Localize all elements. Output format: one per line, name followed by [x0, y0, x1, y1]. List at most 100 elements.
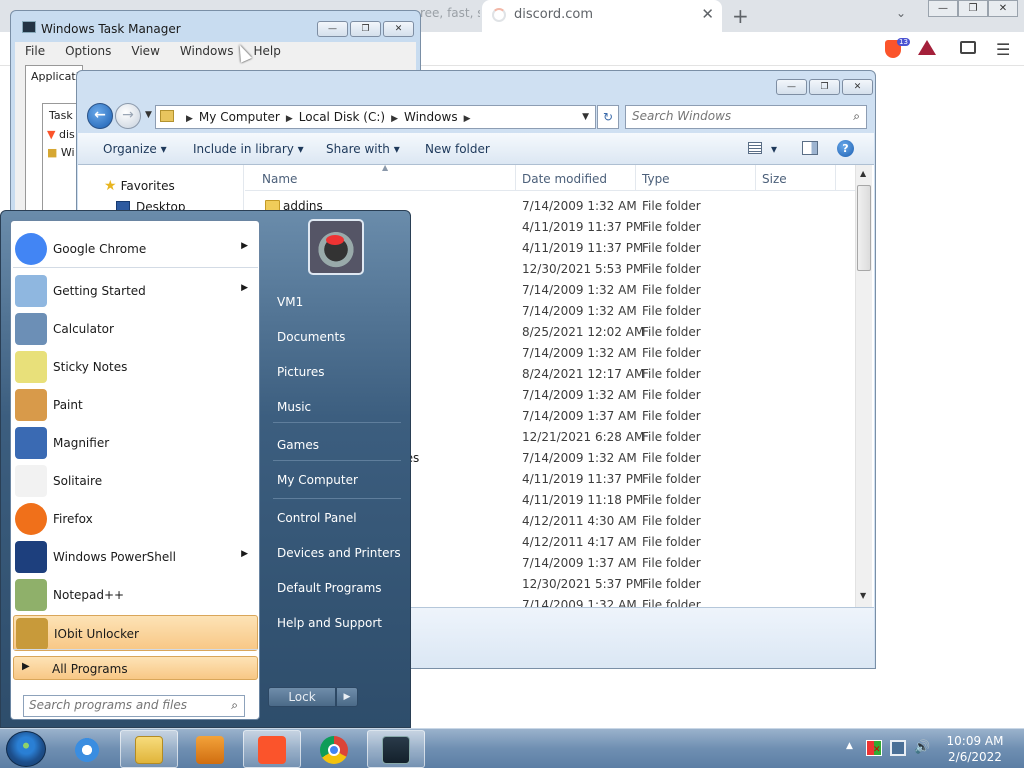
- address-bar[interactable]: ▶ My Computer ▶ Local Disk (C:) ▶ Windows ▶ ▼: [155, 105, 596, 129]
- scroll-down-icon[interactable]: ▼: [860, 591, 866, 600]
- browser-tab-discord[interactable]: discord.com ✕: [482, 0, 722, 32]
- task-row[interactable]: ■ Wi: [47, 146, 79, 159]
- taskbar-brave[interactable]: [243, 730, 301, 768]
- breadcrumb-local-disk[interactable]: Local Disk (C:): [299, 110, 385, 124]
- network-icon[interactable]: [890, 740, 906, 756]
- address-dropdown-icon[interactable]: ▼: [582, 112, 589, 122]
- start-item-windows-powershell[interactable]: Windows PowerShell ▶: [13, 539, 258, 575]
- views-dropdown[interactable]: ▾: [771, 142, 777, 156]
- search-icon[interactable]: ⌕: [853, 109, 860, 124]
- start-item-iobit-unlocker[interactable]: IObit Unlocker: [13, 615, 258, 651]
- start-item-calculator[interactable]: Calculator: [13, 311, 258, 347]
- start-item-label: IObit Unlocker: [54, 627, 139, 641]
- start-item-sticky-notes[interactable]: Sticky Notes: [13, 349, 258, 385]
- search-box[interactable]: ⌕: [625, 105, 867, 129]
- back-button[interactable]: ←: [87, 103, 113, 129]
- minimize-button[interactable]: —: [317, 21, 348, 37]
- search-icon[interactable]: ⌕: [231, 698, 238, 713]
- vertical-scrollbar[interactable]: ▲ ▼: [855, 165, 872, 607]
- user-avatar[interactable]: [308, 219, 364, 275]
- help-icon[interactable]: ?: [837, 140, 854, 157]
- close-button[interactable]: ✕: [988, 0, 1018, 17]
- include-in-library-button[interactable]: Include in library ▾: [193, 142, 304, 156]
- forward-button[interactable]: →: [115, 103, 141, 129]
- taskbar-media-player[interactable]: [181, 730, 239, 768]
- start-item-magnifier[interactable]: Magnifier: [13, 425, 258, 461]
- taskbar-chrome[interactable]: [305, 730, 363, 768]
- start-right-my-computer[interactable]: My Computer: [266, 465, 406, 495]
- preview-pane-icon[interactable]: [802, 141, 818, 155]
- action-center-icon[interactable]: [866, 740, 882, 756]
- brave-rewards-icon[interactable]: [918, 40, 936, 55]
- nav-favorites[interactable]: Favorites: [104, 178, 175, 194]
- start-right-music[interactable]: Music: [266, 392, 406, 422]
- start-item-firefox[interactable]: Firefox: [13, 501, 258, 537]
- start-button[interactable]: [6, 731, 46, 767]
- organize-button[interactable]: Organize ▾: [103, 142, 167, 156]
- start-user-name[interactable]: VM1: [266, 287, 406, 317]
- breadcrumb-windows[interactable]: Windows: [404, 110, 458, 124]
- start-right-games[interactable]: Games: [266, 430, 406, 460]
- start-item-paint[interactable]: Paint: [13, 387, 258, 423]
- minimize-button[interactable]: —: [776, 79, 807, 95]
- maximize-button[interactable]: ❐: [809, 79, 840, 95]
- start-item-notepad[interactable]: Notepad++: [13, 577, 258, 613]
- maximize-button[interactable]: ❐: [958, 0, 988, 17]
- start-search-box[interactable]: ⌕: [23, 695, 245, 717]
- browser-tab-background[interactable]: ree, fast, s: [420, 6, 480, 26]
- new-folder-button[interactable]: New folder: [425, 142, 490, 156]
- change-view-icon[interactable]: [748, 142, 762, 154]
- start-item-getting-started[interactable]: Getting Started ▶: [13, 273, 258, 309]
- start-item-google-chrome[interactable]: Google Chrome ▶: [13, 231, 258, 267]
- close-button[interactable]: ✕: [383, 21, 414, 37]
- tab-close-icon[interactable]: ✕: [701, 5, 714, 23]
- taskbar-task-manager[interactable]: [367, 730, 425, 768]
- browser-menu-icon[interactable]: ☰: [996, 40, 1010, 59]
- shutdown-options-arrow-icon[interactable]: ▶: [336, 687, 358, 707]
- start-right-devices-and-printers[interactable]: Devices and Printers: [266, 538, 406, 568]
- submenu-arrow-icon[interactable]: ▶: [241, 241, 248, 251]
- system-clock[interactable]: 10:09 AM 2/6/2022: [940, 733, 1010, 765]
- menu-windows[interactable]: Windows: [170, 42, 244, 61]
- tab-applications[interactable]: Applications: [25, 65, 83, 87]
- column-name[interactable]: Name: [262, 172, 297, 186]
- submenu-arrow-icon[interactable]: ▶: [241, 549, 248, 559]
- task-manager-titlebar[interactable]: Windows Task Manager — ❐ ✕: [11, 11, 420, 41]
- recent-pages-dropdown[interactable]: ▼: [145, 110, 152, 120]
- start-item-solitaire[interactable]: Solitaire: [13, 463, 258, 499]
- task-column-header[interactable]: Task: [49, 109, 73, 122]
- wallet-icon[interactable]: [960, 41, 976, 54]
- scroll-up-icon[interactable]: ▲: [860, 169, 866, 178]
- all-programs-button[interactable]: ▶ All Programs: [13, 656, 258, 680]
- volume-icon[interactable]: 🔊: [914, 740, 930, 756]
- scrollbar-thumb[interactable]: [857, 185, 871, 271]
- breadcrumb-my-computer[interactable]: My Computer: [199, 110, 280, 124]
- start-right-help-and-support[interactable]: Help and Support: [266, 608, 406, 638]
- lock-button[interactable]: Lock: [268, 687, 336, 707]
- start-right-documents[interactable]: Documents: [266, 322, 406, 352]
- column-size[interactable]: Size: [762, 172, 787, 186]
- menu-options[interactable]: Options: [55, 42, 121, 61]
- refresh-button[interactable]: ↻: [597, 105, 619, 129]
- file-type: File folder: [642, 430, 701, 444]
- menu-file[interactable]: File: [15, 42, 55, 61]
- submenu-arrow-icon[interactable]: ▶: [241, 283, 248, 293]
- taskbar-file-explorer[interactable]: [120, 730, 178, 768]
- close-button[interactable]: ✕: [842, 79, 873, 95]
- taskbar-internet-explorer[interactable]: [58, 730, 116, 768]
- task-row[interactable]: ▼ dis: [47, 128, 79, 141]
- start-right-pictures[interactable]: Pictures: [266, 357, 406, 387]
- maximize-button[interactable]: ❐: [350, 21, 381, 37]
- show-hidden-icons-button[interactable]: ▲: [846, 741, 853, 751]
- start-right-default-programs[interactable]: Default Programs: [266, 573, 406, 603]
- search-input[interactable]: [632, 109, 842, 123]
- column-type[interactable]: Type: [642, 172, 670, 186]
- tab-search-button[interactable]: ⌄: [896, 6, 906, 20]
- minimize-button[interactable]: —: [928, 0, 958, 17]
- share-with-button[interactable]: Share with ▾: [326, 142, 400, 156]
- start-right-control-panel[interactable]: Control Panel: [266, 503, 406, 533]
- new-tab-button[interactable]: +: [732, 4, 749, 28]
- start-search-input[interactable]: [29, 698, 219, 712]
- column-date-modified[interactable]: Date modified: [522, 172, 607, 186]
- menu-view[interactable]: View: [121, 42, 169, 61]
